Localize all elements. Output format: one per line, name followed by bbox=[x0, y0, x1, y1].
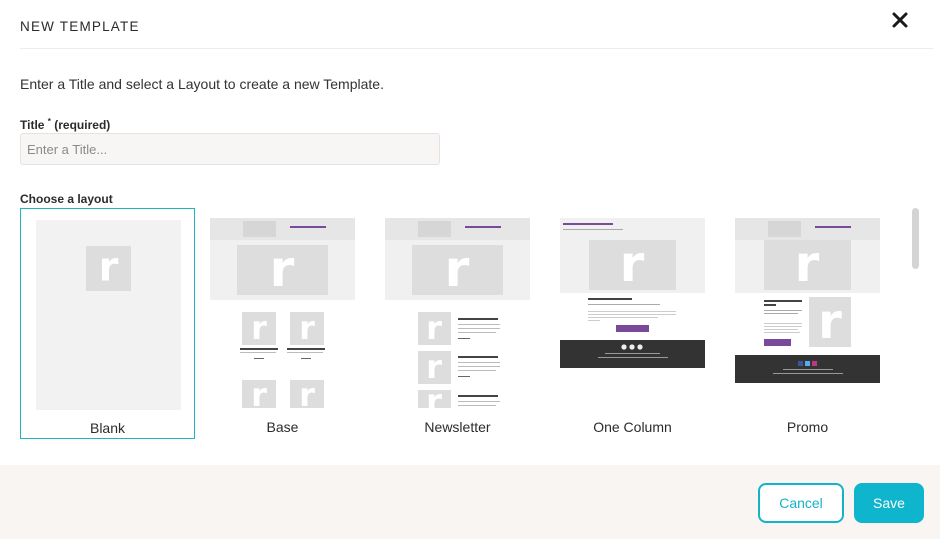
required-asterisk: * bbox=[47, 117, 51, 126]
svg-text:r: r bbox=[795, 235, 820, 293]
layout-scrollbar[interactable] bbox=[912, 208, 919, 269]
layout-thumbnail-one-column: r bbox=[560, 218, 705, 368]
layout-thumbnail-promo: r r bbox=[735, 218, 880, 383]
required-text: (required) bbox=[54, 118, 111, 132]
layout-card-one-column[interactable]: r One Column bbox=[545, 208, 720, 439]
save-button[interactable]: Save bbox=[854, 483, 924, 523]
svg-text:r: r bbox=[299, 376, 315, 408]
layout-name: One Column bbox=[593, 419, 672, 435]
dialog-title: NEW TEMPLATE bbox=[20, 19, 140, 34]
layout-name: Newsletter bbox=[424, 419, 491, 435]
choose-layout-label: Choose a layout bbox=[20, 192, 113, 206]
svg-text:r: r bbox=[426, 309, 442, 347]
title-label-text: Title bbox=[20, 118, 45, 132]
layout-name: Blank bbox=[89, 420, 126, 436]
layout-card-newsletter[interactable]: r r r r Newsletter bbox=[370, 208, 545, 439]
svg-text:r: r bbox=[426, 382, 442, 408]
layout-card-base[interactable]: r r r r r Base bbox=[195, 208, 370, 439]
layout-thumbnail-base: r r r r r bbox=[210, 218, 355, 408]
layout-card-promo[interactable]: r r Promo bbox=[720, 208, 895, 439]
layout-thumbnail-blank: r bbox=[36, 220, 181, 410]
layout-thumbnail-newsletter: r r r r bbox=[385, 218, 530, 408]
layout-card-blank[interactable]: r Blank bbox=[20, 208, 195, 439]
intro-text: Enter a Title and select a Layout to cre… bbox=[20, 76, 384, 92]
close-icon bbox=[892, 12, 908, 28]
svg-text:r: r bbox=[620, 235, 645, 293]
svg-text:r: r bbox=[818, 294, 842, 350]
title-input[interactable] bbox=[20, 133, 440, 165]
dialog-footer: Cancel Save bbox=[0, 465, 940, 539]
svg-text:r: r bbox=[270, 240, 295, 298]
dialog-header: NEW TEMPLATE bbox=[20, 0, 933, 49]
layout-name: Promo bbox=[786, 419, 829, 435]
svg-text:r: r bbox=[251, 309, 267, 347]
close-button[interactable] bbox=[891, 11, 909, 29]
new-template-dialog: NEW TEMPLATE Enter a Title and select a … bbox=[0, 0, 940, 539]
layout-name: Base bbox=[266, 419, 299, 435]
svg-text:r: r bbox=[251, 376, 267, 408]
title-field-label: Title * (required) bbox=[20, 117, 110, 132]
svg-text:r: r bbox=[299, 309, 315, 347]
svg-text:r: r bbox=[426, 348, 442, 386]
svg-text:r: r bbox=[445, 240, 470, 298]
placeholder-image-icon: r bbox=[86, 246, 131, 291]
cancel-button[interactable]: Cancel bbox=[758, 483, 844, 523]
